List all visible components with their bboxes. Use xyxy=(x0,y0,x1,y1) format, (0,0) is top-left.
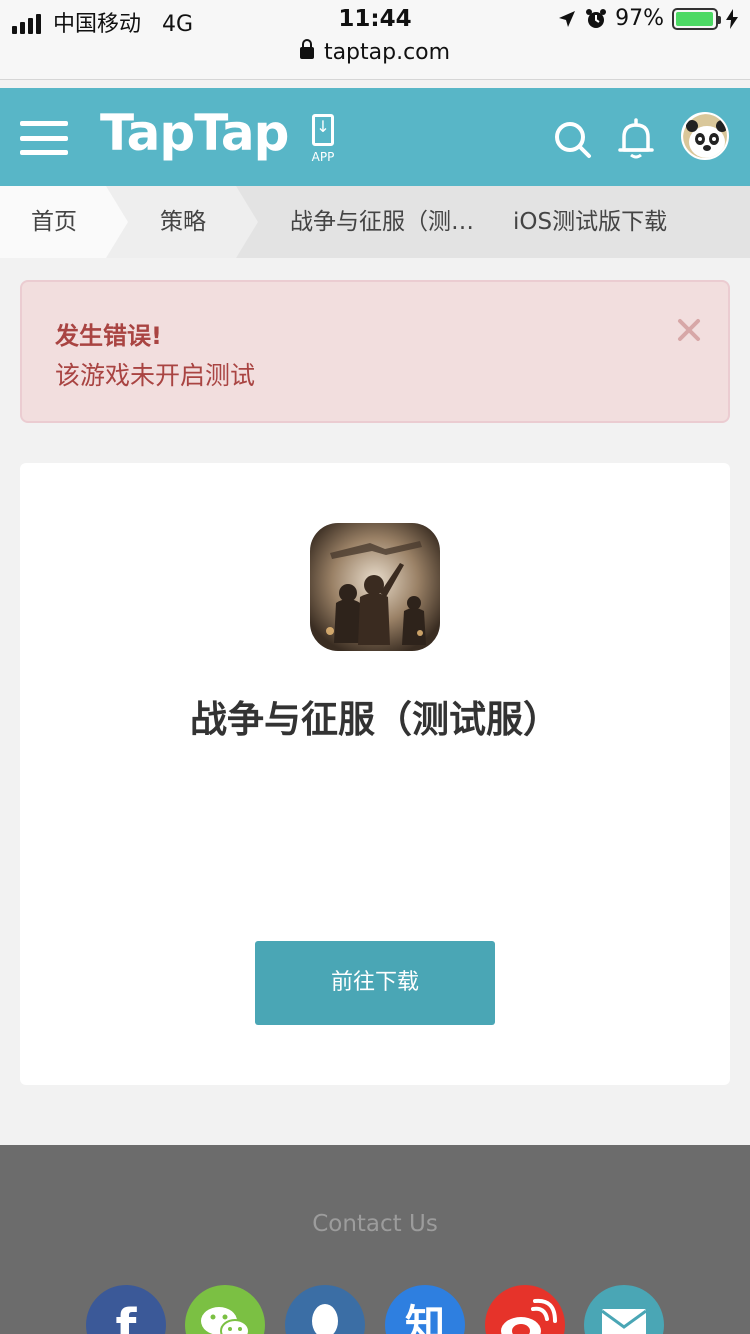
error-alert: 发生错误! 该游戏未开启测试 xyxy=(20,280,730,423)
game-icon xyxy=(310,523,440,651)
close-icon[interactable] xyxy=(675,316,703,344)
facebook-glyph: f xyxy=(115,1299,137,1334)
charging-icon xyxy=(726,8,738,29)
battery-percent: 97% xyxy=(615,6,664,31)
location-icon xyxy=(559,10,576,27)
facebook-icon[interactable]: f xyxy=(86,1285,166,1334)
phone-download-icon xyxy=(312,114,334,146)
breadcrumb-current: iOS测试版下载 xyxy=(513,209,668,235)
ios-status-bar: 中国移动 4G 11:44 97% taptap.com xyxy=(0,0,750,80)
breadcrumb-game[interactable]: 战争与征服（测… xyxy=(236,186,496,258)
alarm-icon xyxy=(586,8,607,28)
game-title: 战争与征服（测试服） xyxy=(190,698,560,741)
footer: Contact Us f 知 xyxy=(0,1145,750,1334)
alert-title: 发生错误! xyxy=(55,322,162,350)
avatar[interactable] xyxy=(681,112,729,160)
wechat-icon[interactable] xyxy=(185,1285,265,1334)
site-header: TapTap APP xyxy=(0,88,750,186)
qq-icon[interactable] xyxy=(285,1285,365,1334)
zhihu-icon[interactable]: 知 xyxy=(385,1285,465,1334)
panda-avatar-icon xyxy=(683,114,727,158)
zhihu-glyph: 知 xyxy=(405,1302,445,1334)
contact-us-label: Contact Us xyxy=(312,1211,438,1237)
taptap-logo[interactable]: TapTap xyxy=(100,104,289,162)
search-icon[interactable] xyxy=(553,120,593,160)
menu-icon[interactable] xyxy=(20,121,68,155)
battery-icon xyxy=(672,7,721,30)
weibo-icon[interactable] xyxy=(485,1285,565,1334)
breadcrumb-separator xyxy=(106,186,128,258)
email-icon[interactable] xyxy=(584,1285,664,1334)
url-text: taptap.com xyxy=(323,40,451,65)
alert-message: 该游戏未开启测试 xyxy=(55,361,256,390)
address-bar[interactable]: taptap.com xyxy=(0,39,750,65)
breadcrumb-home[interactable]: 首页 xyxy=(0,186,106,258)
app-label: APP xyxy=(311,150,335,164)
app-download-link[interactable]: APP xyxy=(306,114,340,164)
lock-icon xyxy=(299,39,314,59)
download-button[interactable]: 前往下载 xyxy=(255,941,495,1025)
game-card: 战争与征服（测试服） 前往下载 xyxy=(20,463,730,1085)
breadcrumb: 策略 首页 战争与征服（测… iOS测试版下载 xyxy=(0,186,750,258)
bell-icon[interactable] xyxy=(618,118,654,160)
